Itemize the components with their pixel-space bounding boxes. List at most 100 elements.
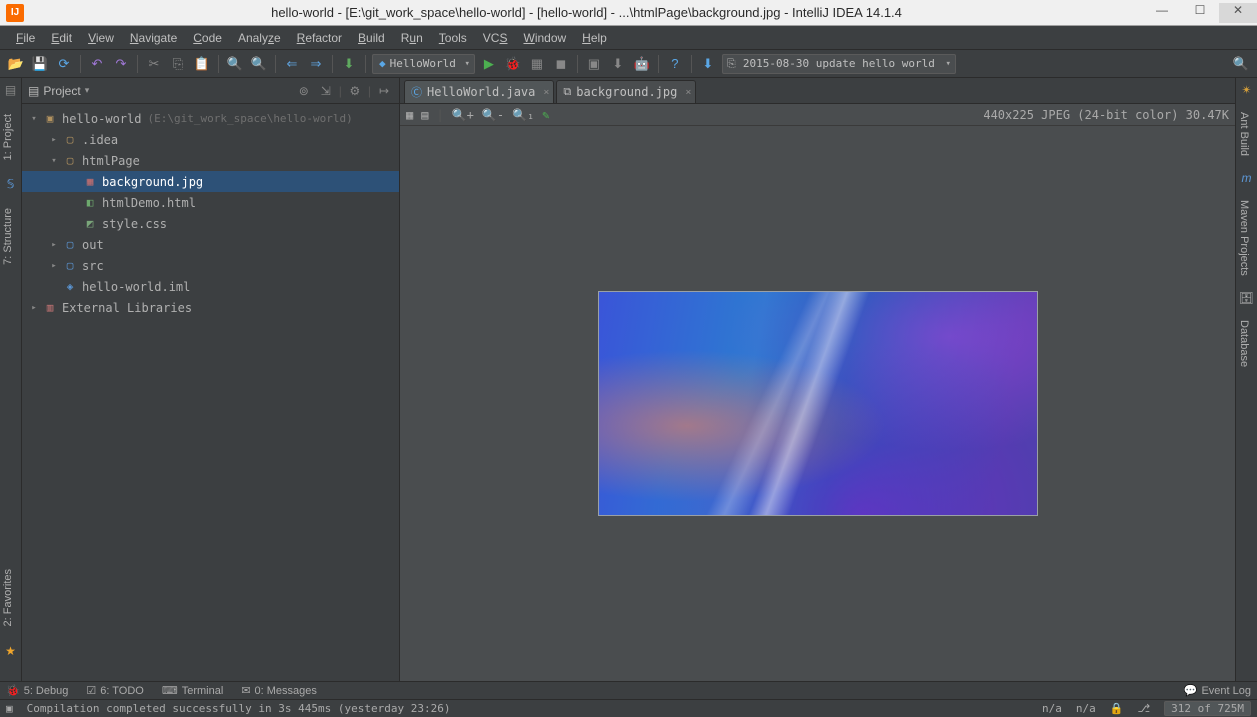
stop-icon[interactable]: ◼ bbox=[551, 54, 571, 74]
menu-tools[interactable]: Tools bbox=[433, 29, 473, 47]
checkerboard-icon[interactable]: ▦ bbox=[406, 108, 413, 122]
menu-run[interactable]: Run bbox=[395, 29, 429, 47]
open-icon[interactable]: 📂 bbox=[6, 54, 26, 74]
editor-tab[interactable]: Ⓒ HelloWorld.java × bbox=[404, 80, 554, 103]
project-tree[interactable]: ▾ ▣ hello-world (E:\git_work_space\hello… bbox=[22, 104, 399, 322]
run-config-dropdown[interactable]: ◆ HelloWorld bbox=[372, 54, 475, 74]
encoding-indicator[interactable]: n/a bbox=[1042, 702, 1062, 715]
tree-arrow-icon[interactable]: ▸ bbox=[48, 240, 60, 250]
left-tool-strip: ▤ 1: Project 𝕊 7: Structure 2: Favorites… bbox=[0, 78, 22, 681]
replace-icon[interactable]: 🔍 bbox=[249, 54, 269, 74]
window-maximize-button[interactable]: ☐ bbox=[1181, 3, 1219, 23]
editor-area: Ⓒ HelloWorld.java × ⧉ background.jpg × ▦… bbox=[400, 78, 1235, 681]
tree-arrow-icon[interactable]: ▸ bbox=[48, 135, 60, 145]
tool-tab-ant[interactable]: Ant Build bbox=[1236, 102, 1252, 166]
tool-tab-eventlog[interactable]: 💬Event Log bbox=[1184, 684, 1251, 697]
undo-icon[interactable]: ↶ bbox=[87, 54, 107, 74]
favorites-star-icon[interactable]: ★ bbox=[3, 643, 19, 659]
menu-build[interactable]: Build bbox=[352, 29, 391, 47]
tree-item[interactable]: ◈hello-world.iml bbox=[22, 276, 399, 297]
vcs-update-icon[interactable]: ⬇ bbox=[698, 54, 718, 74]
menu-help[interactable]: Help bbox=[576, 29, 613, 47]
ant-icon[interactable]: ✴ bbox=[1239, 82, 1255, 98]
tool-tab-maven[interactable]: Maven Projects bbox=[1236, 190, 1252, 286]
image-viewer-stage[interactable] bbox=[400, 126, 1235, 681]
tool-tab-project[interactable]: 1: Project bbox=[0, 102, 16, 172]
debug-icon[interactable]: 🐞 bbox=[503, 54, 523, 74]
window-minimize-button[interactable]: — bbox=[1143, 3, 1181, 23]
panel-locate-icon[interactable]: ⊚ bbox=[295, 84, 313, 98]
tree-item[interactable]: ▸▢src bbox=[22, 255, 399, 276]
sdk-icon[interactable]: ⬇ bbox=[608, 54, 628, 74]
tree-item[interactable]: ▾▢htmlPage bbox=[22, 150, 399, 171]
zoom-out-icon[interactable]: 🔍- bbox=[482, 108, 504, 122]
tool-tab-favorites[interactable]: 2: Favorites bbox=[0, 557, 16, 638]
memory-indicator[interactable]: 312 of 725M bbox=[1164, 701, 1251, 716]
save-all-icon[interactable]: 💾 bbox=[30, 54, 50, 74]
avd-icon[interactable]: ▣ bbox=[584, 54, 604, 74]
search-everywhere-icon[interactable]: 🔍 bbox=[1231, 54, 1251, 74]
window-close-button[interactable]: ✕ bbox=[1219, 3, 1257, 23]
panel-collapse-icon[interactable]: ⇲ bbox=[317, 84, 335, 98]
database-icon[interactable]: 🗄 bbox=[1239, 290, 1255, 306]
android-icon[interactable]: 🤖 bbox=[632, 54, 652, 74]
tool-tab-debug[interactable]: 🐞5: Debug bbox=[6, 684, 68, 697]
menu-vcs[interactable]: VCS bbox=[477, 29, 514, 47]
tree-item[interactable]: ◩style.css bbox=[22, 213, 399, 234]
menu-refactor[interactable]: Refactor bbox=[291, 29, 348, 47]
tool-tab-database[interactable]: Database bbox=[1236, 310, 1252, 377]
menu-file[interactable]: File bbox=[10, 29, 41, 47]
menu-window[interactable]: Window bbox=[517, 29, 572, 47]
maven-icon[interactable]: m bbox=[1239, 170, 1255, 186]
tree-item[interactable]: ▸▢out bbox=[22, 234, 399, 255]
menu-analyze[interactable]: Analyze bbox=[232, 29, 287, 47]
make-project-icon[interactable]: ⬇ bbox=[339, 54, 359, 74]
menu-view[interactable]: View bbox=[82, 29, 120, 47]
tool-tab-todo[interactable]: ☑6: TODO bbox=[86, 684, 143, 697]
panel-hide-icon[interactable]: ↦ bbox=[375, 84, 393, 98]
find-icon[interactable]: 🔍 bbox=[225, 54, 245, 74]
close-tab-icon[interactable]: × bbox=[543, 87, 549, 98]
tree-item[interactable]: ◧htmlDemo.html bbox=[22, 192, 399, 213]
forward-icon[interactable]: ⇒ bbox=[306, 54, 326, 74]
menu-edit[interactable]: Edit bbox=[45, 29, 78, 47]
run-icon[interactable]: ▶ bbox=[479, 54, 499, 74]
structure-tool-icon[interactable]: 𝕊 bbox=[3, 176, 19, 192]
tree-external-libs[interactable]: ▸ ▥ External Libraries bbox=[22, 297, 399, 318]
tree-root[interactable]: ▾ ▣ hello-world (E:\git_work_space\hello… bbox=[22, 108, 399, 129]
color-picker-icon[interactable]: ✎ bbox=[542, 108, 549, 122]
menu-code[interactable]: Code bbox=[187, 29, 228, 47]
status-toggle-icon[interactable]: ▣ bbox=[6, 702, 13, 715]
sync-icon[interactable]: ⟳ bbox=[54, 54, 74, 74]
panel-title[interactable]: Project bbox=[43, 84, 80, 98]
tree-item[interactable]: ▦background.jpg bbox=[22, 171, 399, 192]
tool-tab-terminal[interactable]: ⌨Terminal bbox=[162, 684, 223, 697]
tool-tab-messages[interactable]: ✉0: Messages bbox=[241, 684, 317, 697]
line-ending-indicator[interactable]: n/a bbox=[1076, 702, 1096, 715]
git-branch-icon[interactable]: ⎇ bbox=[1137, 702, 1150, 715]
panel-view-dropdown-icon[interactable]: ▾ bbox=[85, 85, 90, 96]
zoom-actual-icon[interactable]: 🔍₁ bbox=[512, 108, 534, 122]
tree-item[interactable]: ▸▢.idea bbox=[22, 129, 399, 150]
bottom-tool-buttons: 🐞5: Debug ☑6: TODO ⌨Terminal ✉0: Message… bbox=[0, 681, 1257, 699]
vcs-commit-dropdown[interactable]: 2015-08-30 update hello world bbox=[722, 54, 956, 74]
tree-arrow-icon[interactable]: ▾ bbox=[48, 156, 60, 166]
cut-icon[interactable]: ✂ bbox=[144, 54, 164, 74]
lock-icon[interactable]: 🔒 bbox=[1110, 702, 1124, 715]
tool-tab-structure[interactable]: 7: Structure bbox=[0, 196, 16, 277]
zoom-in-icon[interactable]: 🔍+ bbox=[452, 108, 474, 122]
close-tab-icon[interactable]: × bbox=[685, 87, 691, 98]
image-info: 440x225 JPEG (24-bit color) 30.47K bbox=[983, 108, 1229, 122]
paste-icon[interactable]: 📋 bbox=[192, 54, 212, 74]
copy-icon[interactable]: ⎘ bbox=[168, 54, 188, 74]
editor-tab[interactable]: ⧉ background.jpg × bbox=[556, 80, 696, 103]
panel-settings-icon[interactable]: ⚙ bbox=[346, 84, 364, 98]
back-icon[interactable]: ⇐ bbox=[282, 54, 302, 74]
tree-arrow-icon[interactable]: ▸ bbox=[48, 261, 60, 271]
redo-icon[interactable]: ↷ bbox=[111, 54, 131, 74]
coverage-icon[interactable]: ▦ bbox=[527, 54, 547, 74]
project-tool-icon[interactable]: ▤ bbox=[3, 82, 19, 98]
grid-icon[interactable]: ▤ bbox=[421, 108, 428, 122]
menu-navigate[interactable]: Navigate bbox=[124, 29, 183, 47]
help-icon[interactable]: ? bbox=[665, 54, 685, 74]
